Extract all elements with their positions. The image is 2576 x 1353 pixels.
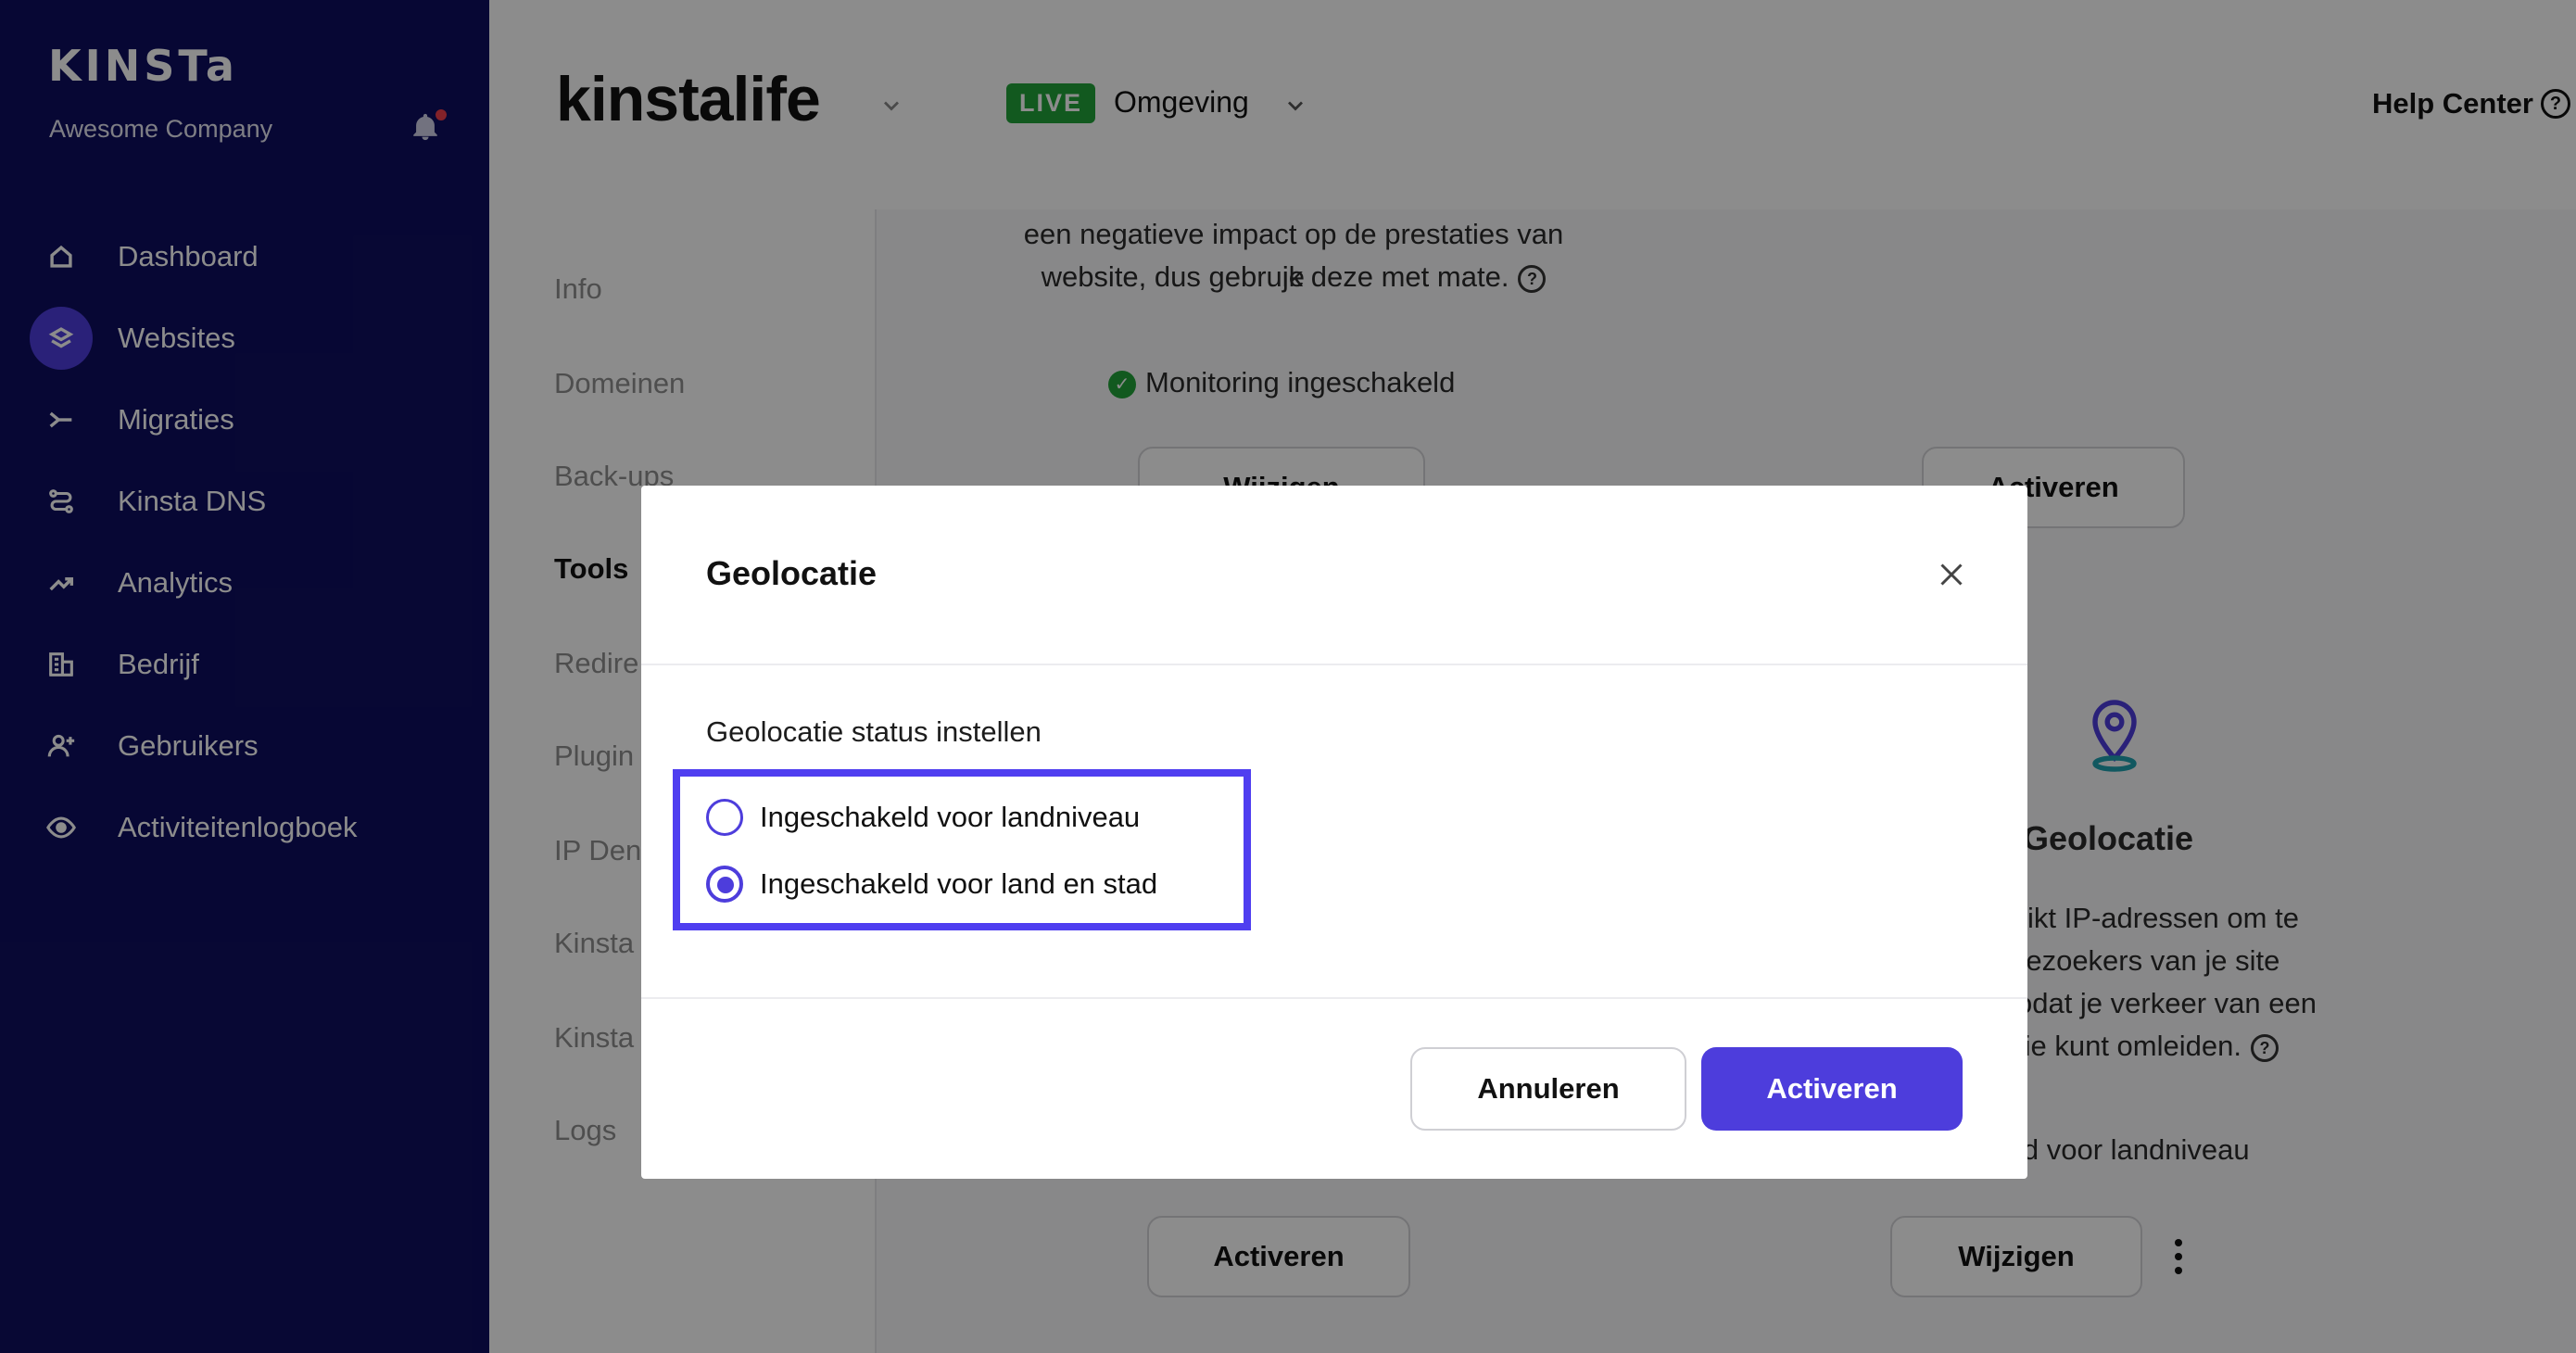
radio-option-country[interactable]: Ingeschakeld voor landniveau: [706, 799, 1140, 836]
cancel-button[interactable]: Annuleren: [1410, 1047, 1686, 1131]
divider: [641, 997, 2027, 999]
radio-label[interactable]: Ingeschakeld voor landniveau: [760, 801, 1140, 834]
close-icon[interactable]: [1935, 558, 1968, 591]
geolocation-modal: Geolocatie Geolocatie status instellen I…: [641, 486, 2027, 1179]
highlight-box: [673, 769, 1251, 930]
modal-title: Geolocatie: [706, 554, 878, 592]
divider: [641, 664, 2027, 665]
radio-button-selected[interactable]: [706, 866, 743, 903]
status-label: Geolocatie status instellen: [706, 715, 1042, 748]
radio-label[interactable]: Ingeschakeld voor land en stad: [760, 867, 1157, 901]
activate-button[interactable]: Activeren: [1701, 1047, 1963, 1131]
radio-option-country-city[interactable]: Ingeschakeld voor land en stad: [706, 866, 1157, 903]
radio-button[interactable]: [706, 799, 743, 836]
